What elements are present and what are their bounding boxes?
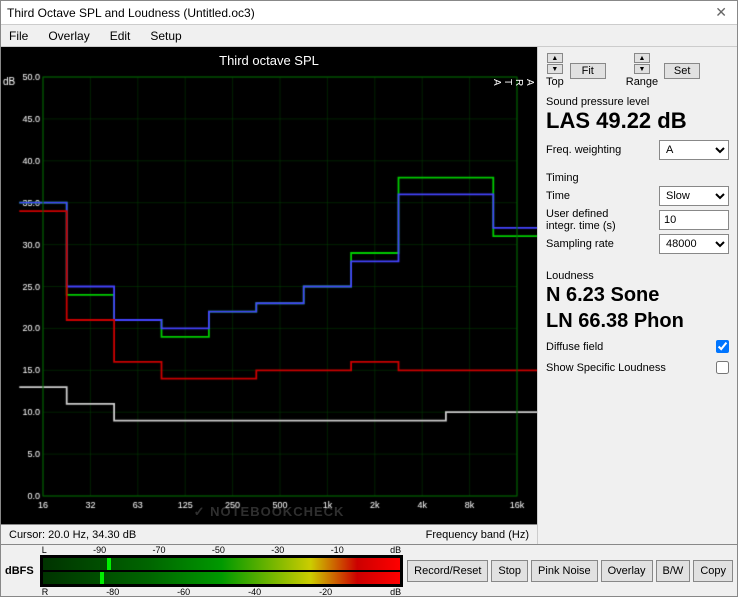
freq-label: Frequency band (Hz) [426, 529, 529, 541]
title-bar: Third Octave SPL and Loudness (Untitled.… [1, 1, 737, 25]
loudness-label: Loudness [546, 270, 729, 282]
overlay-btn[interactable]: Overlay [601, 560, 653, 582]
bottom-bar: dBFS L -90 -70 -50 -30 -10 dB R [1, 544, 737, 596]
meter-tick-30: -30 [271, 545, 284, 555]
dbfs-label: dBFS [5, 565, 34, 577]
fit-control: Fit [570, 63, 606, 79]
bw-btn[interactable]: B/W [656, 560, 691, 582]
spl-label: Sound pressure level [546, 96, 729, 108]
meter-tick-90: -90 [93, 545, 106, 555]
meter-l-label: L [42, 545, 47, 555]
timing-section: Timing Time Slow Fast Impulse User defin… [546, 168, 729, 256]
cursor-info: Cursor: 20.0 Hz, 34.30 dB [9, 529, 136, 541]
chart-area: Third octave SPL ARTA ✓ NOTEBOOKCHECK Cu… [1, 47, 537, 544]
chart-bottom-info: Cursor: 20.0 Hz, 34.30 dB Frequency band… [1, 524, 537, 544]
range-down-btn[interactable]: ▼ [634, 64, 650, 74]
window-title: Third Octave SPL and Loudness (Untitled.… [7, 6, 255, 20]
meter-tick-40: -40 [248, 587, 261, 597]
spl-section: Sound pressure level LAS 49.22 dB [546, 96, 729, 134]
time-select[interactable]: Slow Fast Impulse [659, 186, 729, 206]
diffuse-field-checkbox[interactable] [716, 340, 729, 353]
spl-value: LAS 49.22 dB [546, 108, 729, 134]
top-down-btn[interactable]: ▼ [547, 64, 563, 74]
chart-title: Third octave SPL [1, 47, 537, 69]
set-control: Set [664, 63, 700, 79]
loudness-n-value: N 6.23 Sone [546, 282, 729, 308]
sampling-rate-select[interactable]: 44100 48000 96000 [659, 234, 729, 254]
menu-setup[interactable]: Setup [146, 28, 185, 44]
range-control: ▲ ▼ Range [626, 53, 658, 88]
pink-noise-btn[interactable]: Pink Noise [531, 560, 598, 582]
top-label: Top [546, 76, 564, 88]
meter-tick-70: -70 [153, 545, 166, 555]
freq-weighting-row: Freq. weighting A B C Z [546, 140, 729, 160]
range-spin: ▲ ▼ [634, 53, 650, 74]
menu-file[interactable]: File [5, 28, 32, 44]
menu-overlay[interactable]: Overlay [44, 28, 93, 44]
top-up-btn[interactable]: ▲ [547, 53, 563, 63]
main-area: Third octave SPL ARTA ✓ NOTEBOOKCHECK Cu… [1, 47, 737, 544]
chart-canvas [1, 69, 537, 524]
meter-tick-80: -80 [106, 587, 119, 597]
meter-wrapper: L -90 -70 -50 -30 -10 dB R -80 -60 [40, 545, 403, 597]
meter-tick-20: -20 [319, 587, 332, 597]
action-buttons: Record/Reset Stop Pink Noise Overlay B/W… [407, 560, 733, 582]
diffuse-field-label: Diffuse field [546, 341, 603, 353]
meter-tick-60: -60 [177, 587, 190, 597]
sampling-rate-label: Sampling rate [546, 238, 614, 250]
arta-label: ARTA [491, 79, 535, 88]
range-up-btn[interactable]: ▲ [634, 53, 650, 63]
main-window: Third Octave SPL and Loudness (Untitled.… [0, 0, 738, 597]
top-control: ▲ ▼ Top [546, 53, 564, 88]
top-spin: ▲ ▼ [547, 53, 563, 74]
top-range-controls: ▲ ▼ Top Fit ▲ ▼ Range Set [546, 53, 729, 88]
sidebar: ▲ ▼ Top Fit ▲ ▼ Range Set [537, 47, 737, 544]
time-row: Time Slow Fast Impulse [546, 186, 729, 206]
user-integr-input[interactable] [659, 210, 729, 230]
menu-edit[interactable]: Edit [106, 28, 135, 44]
timing-label: Timing [546, 172, 729, 184]
menu-bar: File Overlay Edit Setup [1, 25, 737, 47]
show-specific-checkbox[interactable] [716, 361, 729, 374]
set-btn[interactable]: Set [664, 63, 700, 79]
freq-weighting-label: Freq. weighting [546, 144, 621, 156]
meter-tick-db: dB [390, 545, 401, 555]
time-label: Time [546, 190, 570, 202]
chart-container: ARTA ✓ NOTEBOOKCHECK [1, 69, 537, 524]
sampling-rate-row: Sampling rate 44100 48000 96000 [546, 234, 729, 254]
user-integr-row: User defined integr. time (s) [546, 208, 729, 232]
freq-weighting-select[interactable]: A B C Z [659, 140, 729, 160]
meter-rows [40, 555, 403, 587]
show-specific-row: Show Specific Loudness [546, 361, 729, 374]
show-specific-label: Show Specific Loudness [546, 362, 666, 374]
user-integr-label: User defined integr. time (s) [546, 208, 636, 232]
meter-tick-10: -10 [331, 545, 344, 555]
copy-btn[interactable]: Copy [693, 560, 733, 582]
meter-tick-50: -50 [212, 545, 225, 555]
meter-tick-db2: dB [390, 587, 401, 597]
record-reset-btn[interactable]: Record/Reset [407, 560, 488, 582]
range-label: Range [626, 76, 658, 88]
diffuse-field-row: Diffuse field [546, 340, 729, 353]
loudness-section: Loudness N 6.23 Sone LN 66.38 Phon [546, 266, 729, 334]
meter-r-label: R [42, 587, 49, 597]
fit-btn[interactable]: Fit [570, 63, 606, 79]
loudness-ln-value: LN 66.38 Phon [546, 308, 729, 334]
stop-btn[interactable]: Stop [491, 560, 528, 582]
close-button[interactable]: ✕ [711, 4, 731, 21]
